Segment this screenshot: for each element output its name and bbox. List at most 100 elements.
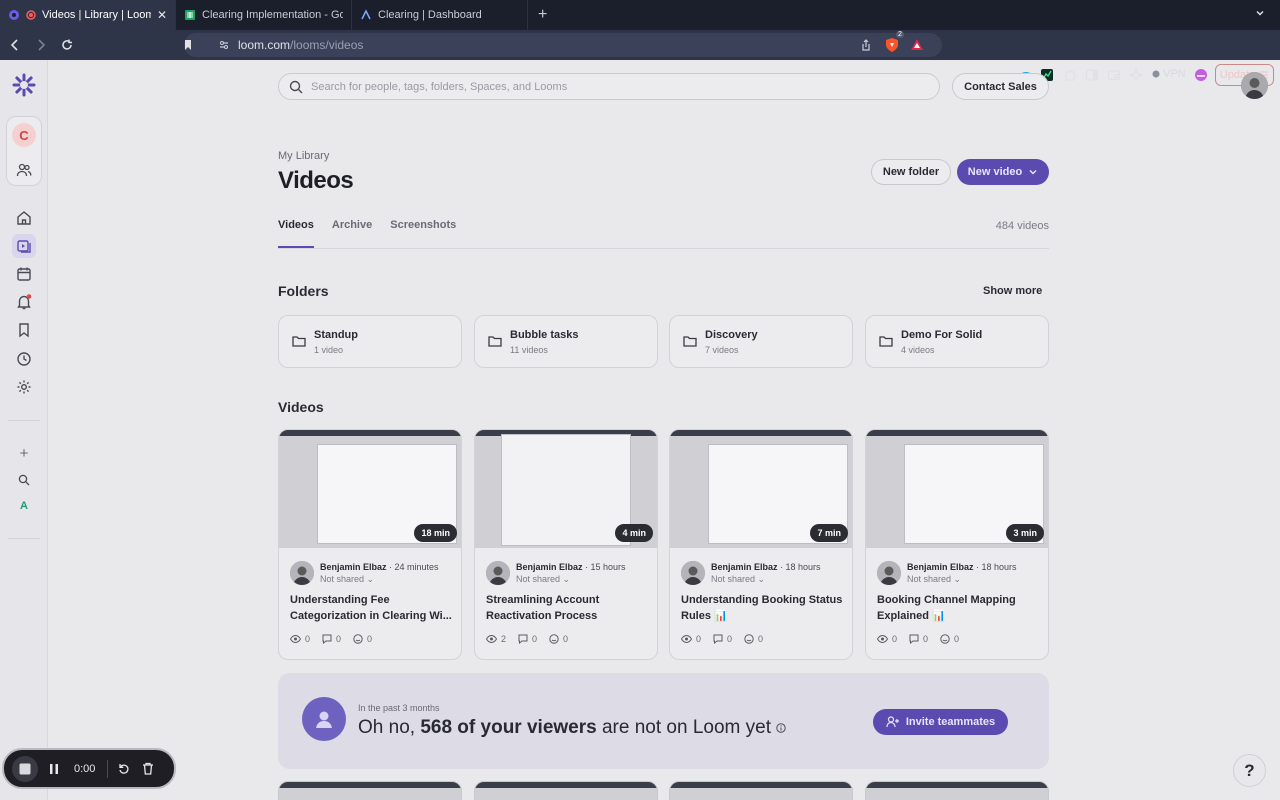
wallet-icon[interactable] — [1105, 66, 1123, 84]
forward-icon[interactable] — [30, 34, 52, 56]
user-avatar[interactable] — [1241, 72, 1268, 99]
video-card-peek[interactable] — [669, 781, 853, 800]
home-icon[interactable] — [12, 206, 36, 230]
reload-icon[interactable] — [56, 34, 78, 56]
video-card-peek[interactable] — [474, 781, 658, 800]
folder-card[interactable]: Discovery 7 videos — [669, 315, 853, 368]
history-clock-icon[interactable] — [12, 347, 36, 371]
video-title[interactable]: Understanding Booking Status Rules 📊 — [681, 592, 845, 624]
eye-icon — [877, 635, 888, 643]
video-duration: 3 min — [1006, 524, 1044, 542]
videos-heading: Videos — [278, 399, 324, 415]
vpn-button[interactable]: VPN — [1152, 68, 1186, 80]
tab-screenshots[interactable]: Screenshots — [390, 219, 456, 231]
comment-icon — [909, 634, 919, 644]
members-icon[interactable] — [12, 158, 36, 182]
reaction-count: 0 — [954, 634, 960, 644]
trash-icon[interactable] — [142, 762, 154, 775]
search-icon[interactable] — [12, 468, 36, 492]
video-card-peek[interactable] — [278, 781, 462, 800]
show-more-button[interactable]: Show more — [983, 285, 1042, 297]
folder-name: Standup — [314, 329, 358, 341]
author-name[interactable]: Benjamin Elbaz — [320, 562, 387, 572]
brave-shields-icon[interactable] — [884, 37, 900, 53]
invite-teammates-button[interactable]: Invite teammates — [873, 709, 1008, 735]
brave-rewards-icon[interactable] — [910, 38, 924, 52]
folder-count: 4 videos — [901, 345, 935, 355]
library-icon[interactable] — [12, 234, 36, 258]
settings-gear-icon[interactable] — [12, 375, 36, 399]
video-title[interactable]: Understanding Fee Categorization in Clea… — [290, 592, 454, 624]
browser-tab[interactable]: Videos | Library | Loom ✕ — [0, 0, 176, 30]
calendar-icon[interactable] — [12, 262, 36, 286]
author-name[interactable]: Benjamin Elbaz — [516, 562, 583, 572]
sidebar-toggle-icon[interactable] — [1083, 66, 1101, 84]
video-thumbnail[interactable]: 18 min — [279, 430, 461, 548]
video-card[interactable]: 4 min Benjamin Elbaz · 15 hours Not shar… — [474, 429, 658, 660]
breadcrumb[interactable]: My Library — [278, 150, 329, 162]
site-settings-icon[interactable] — [218, 39, 230, 51]
new-video-button[interactable]: New video — [957, 159, 1049, 185]
workspace-avatar[interactable]: C — [12, 123, 36, 147]
sharing-dropdown[interactable]: Not shared ⌄ — [320, 574, 374, 585]
video-card[interactable]: 3 min Benjamin Elbaz · 18 hours Not shar… — [865, 429, 1049, 660]
new-folder-button[interactable]: New folder — [871, 159, 951, 185]
browser-tab[interactable]: Clearing Implementation - Google Sheets — [176, 0, 352, 30]
leo-ai-icon[interactable] — [1127, 66, 1145, 84]
info-icon[interactable] — [776, 723, 786, 733]
loom-logo-icon[interactable] — [12, 73, 36, 97]
bookmarks-icon[interactable] — [12, 318, 36, 342]
dashboard-icon — [360, 9, 372, 21]
share-icon[interactable] — [860, 39, 872, 51]
search-bar[interactable] — [278, 73, 940, 100]
video-card[interactable]: 7 min Benjamin Elbaz · 18 hours Not shar… — [669, 429, 853, 660]
address-bar[interactable]: loom.com/looms/videos 2 — [182, 31, 942, 57]
stop-recording-button[interactable] — [12, 755, 38, 782]
folder-card[interactable]: Bubble tasks 11 videos — [474, 315, 658, 368]
tab-archive[interactable]: Archive — [332, 219, 372, 231]
help-button[interactable]: ? — [1233, 754, 1266, 787]
browser-tab-strip: Videos | Library | Loom ✕ Clearing Imple… — [0, 0, 1280, 30]
sharing-status: Not shared — [907, 574, 952, 584]
contact-sales-button[interactable]: Contact Sales — [952, 73, 1049, 100]
video-thumbnail[interactable]: 3 min — [866, 430, 1048, 548]
author-avatar — [290, 561, 314, 585]
pause-icon[interactable] — [48, 763, 60, 775]
author-name[interactable]: Benjamin Elbaz — [907, 562, 974, 572]
tab-videos[interactable]: Videos — [278, 219, 314, 248]
library-tabs: Videos Archive Screenshots — [278, 219, 456, 248]
folder-count: 11 videos — [510, 345, 548, 355]
sharing-dropdown[interactable]: Not shared ⌄ — [907, 574, 961, 585]
tab-list-chevron-icon[interactable] — [1254, 7, 1266, 19]
folder-card[interactable]: Demo For Solid 4 videos — [865, 315, 1049, 368]
browser-tab[interactable]: Clearing | Dashboard — [352, 0, 528, 30]
space-avatar[interactable]: A — [12, 494, 36, 518]
video-title[interactable]: Streamlining Account Reactivation Proces… — [486, 592, 650, 624]
view-count: 0 — [305, 634, 311, 644]
video-title[interactable]: Booking Channel Mapping Explained 📊 — [877, 592, 1041, 624]
new-tab-icon[interactable]: + — [538, 6, 547, 24]
close-tab-icon[interactable]: ✕ — [157, 8, 167, 22]
sharing-dropdown[interactable]: Not shared ⌄ — [711, 574, 765, 585]
bookmark-icon[interactable] — [182, 39, 194, 51]
add-user-icon — [886, 716, 900, 728]
folder-count: 7 videos — [705, 345, 739, 355]
notifications-bell-icon[interactable] — [12, 290, 36, 314]
sharing-dropdown[interactable]: Not shared ⌄ — [516, 574, 570, 585]
add-icon[interactable]: + — [12, 441, 36, 465]
video-thumbnail[interactable]: 7 min — [670, 430, 852, 548]
folder-card[interactable]: Standup 1 video — [278, 315, 462, 368]
video-age: 18 hours — [981, 562, 1017, 572]
profile-icon[interactable] — [1192, 66, 1210, 84]
restart-icon[interactable] — [118, 763, 130, 775]
eye-icon — [681, 635, 692, 643]
author-name[interactable]: Benjamin Elbaz — [711, 562, 778, 572]
video-thumbnail[interactable]: 4 min — [475, 430, 657, 548]
video-card[interactable]: 18 min Benjamin Elbaz · 24 minutes Not s… — [278, 429, 462, 660]
video-card-peek[interactable] — [865, 781, 1049, 800]
search-input[interactable] — [311, 80, 871, 93]
back-icon[interactable] — [4, 34, 26, 56]
video-stats: 0 0 0 — [290, 634, 372, 644]
folder-name: Demo For Solid — [901, 329, 983, 341]
extensions-puzzle-icon[interactable] — [1061, 66, 1079, 84]
